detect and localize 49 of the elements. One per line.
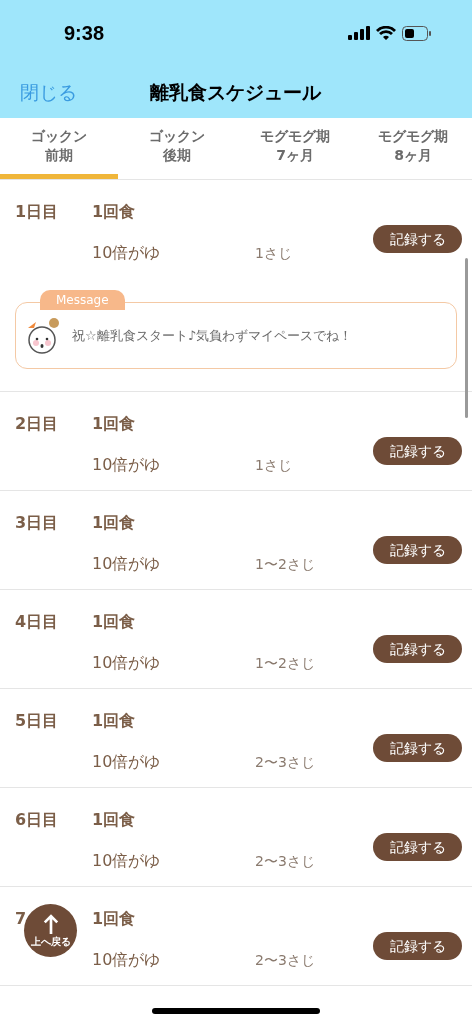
status-time: 9:38 <box>64 21 105 46</box>
meal-count: 1回食 <box>92 809 136 831</box>
record-button[interactable]: 記録する <box>373 932 462 960</box>
record-button[interactable]: 記録する <box>373 536 462 564</box>
food-amount: 1さじ <box>255 244 292 263</box>
food-amount: 2〜3さじ <box>255 753 315 772</box>
food-amount: 2〜3さじ <box>255 951 315 970</box>
food-amount: 1〜2さじ <box>255 555 315 574</box>
meal-count: 1回食 <box>92 512 136 534</box>
record-button[interactable]: 記録する <box>373 437 462 465</box>
battery-icon <box>402 25 432 41</box>
screen-title: 離乳食スケジュール <box>150 79 321 105</box>
day-label: 6日目 <box>15 809 59 831</box>
record-button[interactable]: 記録する <box>373 635 462 663</box>
record-button[interactable]: 記録する <box>373 833 462 861</box>
message-text: 祝☆離乳食スタート♪気負わずマイペースでね！ <box>72 326 352 345</box>
message-ribbon: Message <box>40 290 125 310</box>
food-amount: 2〜3さじ <box>255 852 315 871</box>
food-name: 10倍がゆ <box>92 242 161 264</box>
food-amount: 1〜2さじ <box>255 654 315 673</box>
meal-count: 1回食 <box>92 710 136 732</box>
record-button[interactable]: 記録する <box>373 225 462 253</box>
back-to-top-button[interactable]: 上へ戻る <box>24 904 77 957</box>
food-name: 10倍がゆ <box>92 949 161 971</box>
meal-count: 1回食 <box>92 611 136 633</box>
period-tab[interactable]: モグモグ期 8ヶ月 <box>354 118 472 179</box>
food-name: 10倍がゆ <box>92 454 161 476</box>
food-name: 10倍がゆ <box>92 850 161 872</box>
meal-count: 1回食 <box>92 413 136 435</box>
day-label: 7 <box>15 908 27 930</box>
record-button[interactable]: 記録する <box>373 734 462 762</box>
day-label: 2日目 <box>15 413 59 435</box>
food-name: 10倍がゆ <box>92 553 161 575</box>
day-label: 4日目 <box>15 611 59 633</box>
day-label: 5日目 <box>15 710 59 732</box>
period-tab[interactable]: ゴックン 前期 <box>0 118 118 179</box>
food-amount: 1さじ <box>255 456 292 475</box>
day-label: 1日目 <box>15 201 59 223</box>
food-name: 10倍がゆ <box>92 652 161 674</box>
meal-count: 1回食 <box>92 201 136 223</box>
wifi-icon <box>376 26 396 40</box>
period-tab[interactable]: ゴックン 後期 <box>118 118 236 179</box>
food-name: 10倍がゆ <box>92 751 161 773</box>
period-tab[interactable]: モグモグ期 7ヶ月 <box>236 118 354 179</box>
day-label: 3日目 <box>15 512 59 534</box>
baby-icon <box>26 315 62 356</box>
up-arrow-icon <box>42 914 59 936</box>
meal-count: 1回食 <box>92 908 136 930</box>
signal-icon <box>348 26 370 40</box>
